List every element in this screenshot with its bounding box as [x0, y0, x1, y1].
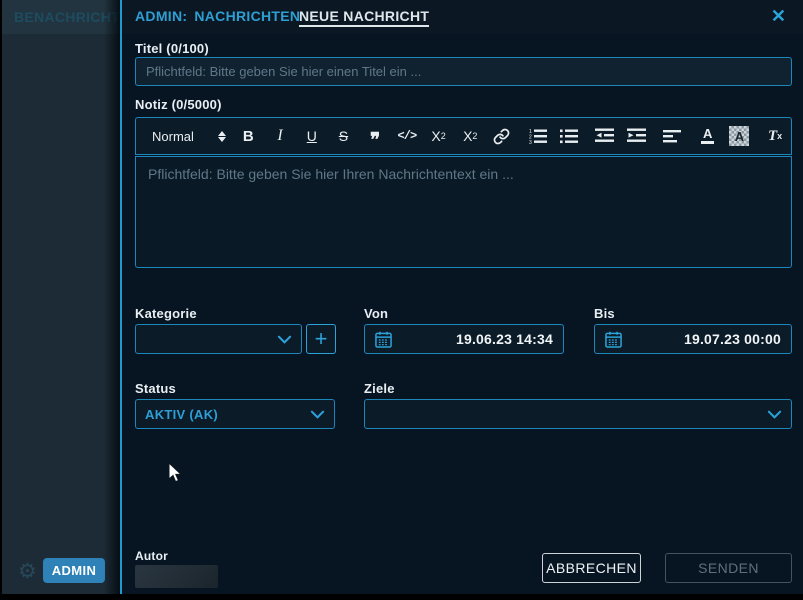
status-select[interactable]: AKTIV (AK): [135, 399, 335, 429]
sidebar-title: BENACHRICHTIG: [2, 0, 120, 34]
blockquote-button[interactable]: ❞: [365, 123, 385, 149]
align-icon[interactable]: [662, 123, 682, 149]
ordered-list-icon[interactable]: 123: [528, 123, 548, 149]
format-sort-icon[interactable]: [218, 131, 226, 142]
editor-toolbar: Normal B I U S ❞ </> X2 X2: [135, 117, 792, 155]
tab-neue-nachricht[interactable]: NEUE NACHRICHT: [299, 8, 429, 27]
svg-text:3: 3: [529, 140, 532, 144]
chevron-down-icon: [310, 409, 325, 420]
code-button[interactable]: </>: [397, 123, 417, 149]
clear-formatting-button[interactable]: Tx: [765, 123, 785, 149]
titel-input[interactable]: [135, 57, 792, 86]
chevron-down-icon: [767, 409, 782, 420]
underline-button[interactable]: U: [302, 123, 322, 149]
status-label: Status: [135, 381, 176, 396]
strikethrough-button[interactable]: S: [333, 123, 353, 149]
link-icon[interactable]: [492, 123, 512, 149]
superscript-button[interactable]: X2: [460, 123, 480, 149]
kategorie-select[interactable]: [135, 324, 302, 354]
autor-label: Autor: [135, 549, 168, 563]
calendar-icon: [605, 331, 622, 348]
autor-value-redacted: [135, 565, 218, 588]
kategorie-label: Kategorie: [135, 306, 197, 321]
indent-icon[interactable]: [627, 123, 647, 149]
background-color-button[interactable]: A: [729, 126, 749, 146]
italic-button[interactable]: I: [270, 123, 290, 149]
add-kategorie-button[interactable]: +: [306, 324, 336, 354]
format-select[interactable]: Normal: [152, 123, 216, 149]
admin-button[interactable]: ADMIN: [43, 558, 105, 583]
bis-datepicker[interactable]: 19.07.23 00:00: [594, 324, 792, 354]
ziele-select[interactable]: [364, 399, 792, 429]
send-button[interactable]: SENDEN: [665, 553, 792, 583]
ziele-label: Ziele: [364, 381, 395, 396]
von-datepicker[interactable]: 19.06.23 14:34: [364, 324, 564, 354]
bullet-list-icon[interactable]: [559, 123, 579, 149]
gear-icon[interactable]: ⚙: [18, 559, 37, 585]
breadcrumb: ADMIN: NACHRICHTEN: [135, 8, 300, 24]
von-label: Von: [364, 306, 388, 321]
titel-label: Titel (0/100): [135, 41, 209, 56]
cancel-button[interactable]: ABBRECHEN: [542, 553, 641, 583]
outdent-icon[interactable]: [595, 123, 615, 149]
modal-shadow: [104, 0, 120, 594]
sidebar: BENACHRICHTIG ⚙ ADMIN: [2, 0, 120, 594]
breadcrumb-section[interactable]: NACHRICHTEN: [194, 8, 300, 24]
sidebar-footer: ⚙ ADMIN: [2, 558, 120, 588]
chevron-down-icon: [277, 334, 292, 345]
breadcrumb-prefix: ADMIN:: [135, 8, 187, 24]
bis-value: 19.07.23 00:00: [684, 331, 781, 347]
notiz-label: Notiz (0/5000): [135, 97, 222, 112]
bis-label: Bis: [594, 306, 615, 321]
modal-header: ADMIN: NACHRICHTEN NEUE NACHRICHT ✕: [122, 0, 803, 34]
calendar-icon: [375, 331, 392, 348]
subscript-button[interactable]: X2: [429, 123, 449, 149]
close-icon[interactable]: ✕: [771, 5, 786, 27]
text-color-button[interactable]: A: [698, 123, 718, 149]
status-value: AKTIV (AK): [145, 407, 218, 422]
screen: BENACHRICHTIG ⚙ ADMIN ADMIN: NACHRICHTEN …: [0, 0, 803, 600]
von-value: 19.06.23 14:34: [456, 331, 553, 347]
notiz-textarea[interactable]: [135, 156, 792, 268]
bold-button[interactable]: B: [238, 123, 258, 149]
new-message-modal: ADMIN: NACHRICHTEN NEUE NACHRICHT ✕ Titel…: [120, 0, 803, 594]
